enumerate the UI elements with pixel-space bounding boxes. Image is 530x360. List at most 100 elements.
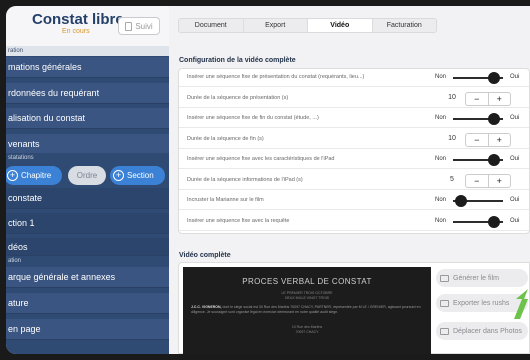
video-frame-year: DEUX MILLE VINGT TROIS	[284, 296, 330, 300]
toggle-knob[interactable]	[488, 72, 500, 84]
video-frame-date: LE PREMIER TROIS OCTOBRE	[281, 291, 333, 295]
export-rushs-label: Exporter les rushs	[453, 299, 510, 307]
toggle-knob[interactable]	[455, 195, 467, 207]
config-row: Insérer une séquence fixe de fin du cons…	[179, 110, 529, 128]
increment-button[interactable]: +	[489, 93, 511, 105]
add-chapitre-button[interactable]: + Chapitre	[6, 166, 62, 185]
config-row-label: Durée de la séquence informations de l'i…	[187, 176, 303, 183]
device-frame: Constat libre En cours Suivi ration mati…	[0, 0, 530, 360]
export-icon	[440, 299, 449, 307]
chapter-segment: + Chapitre Ordre + Section	[6, 166, 169, 185]
toggle-knob[interactable]	[488, 154, 500, 166]
oui-label: Oui	[510, 156, 520, 162]
config-panel: Insérer une séquence fixe de présentatio…	[178, 68, 530, 234]
toggle-knob[interactable]	[488, 215, 500, 228]
increment-button[interactable]: +	[489, 175, 511, 187]
move-photos-button[interactable]: Déplacer dans Photos	[436, 322, 528, 340]
video-preview[interactable]: PROCES VERBAL DE CONSTAT LE PREMIER TROI…	[183, 267, 431, 354]
quantity-stepper[interactable]: − +	[465, 173, 511, 188]
ordre-label: Ordre	[76, 171, 98, 180]
stepper-value: 10	[448, 134, 456, 142]
add-section-button[interactable]: + Section	[110, 166, 165, 185]
tab-video[interactable]: Vidéo	[308, 19, 373, 32]
tab-bar: Document Export Vidéo Facturation	[178, 18, 437, 33]
non-label: Non	[435, 197, 447, 203]
config-row-label: Durée de la séquence de fin (s)	[187, 135, 264, 142]
film-icon	[440, 274, 449, 282]
sidebar-header: Constat libre En cours Suivi	[6, 6, 169, 46]
oui-label: Oui	[510, 74, 520, 80]
sidebar-item-constate[interactable]: constate	[6, 188, 169, 209]
suivi-label: Suivi	[135, 21, 153, 31]
quantity-stepper[interactable]: − +	[465, 132, 511, 147]
toggle-knob[interactable]	[488, 113, 500, 125]
decrement-button[interactable]: −	[466, 133, 489, 146]
chapitre-label: Chapitre	[21, 171, 52, 180]
config-row-label: Insérer une séquence fixe de présentatio…	[187, 74, 365, 80]
sidebar-item-informations[interactable]: mations générales	[6, 57, 169, 78]
stepper-value: 10	[448, 93, 456, 101]
sidebar-item-remarque[interactable]: arque générale et annexes	[6, 267, 169, 288]
ordre-button[interactable]: Ordre	[68, 166, 106, 185]
section-caption: statations	[6, 153, 169, 163]
config-row: Durée de la séquence informations de l'i…	[179, 172, 529, 190]
decrement-button[interactable]: −	[466, 174, 489, 187]
config-row: Durée de la séquence de présentation (s)…	[179, 90, 529, 108]
config-row: Insérer une séquence fixe de présentatio…	[179, 69, 529, 87]
oui-label: Oui	[510, 217, 520, 224]
non-label: Non	[435, 74, 447, 80]
suivi-button[interactable]: Suivi	[118, 17, 160, 35]
video-frame-address: 10 Rue des Martins	[291, 325, 323, 329]
sidebar-item-realisation[interactable]: alisation du constat	[6, 108, 169, 129]
decrement-button[interactable]: −	[466, 92, 489, 105]
clipboard-icon	[125, 21, 133, 31]
section-caption: ation	[6, 256, 169, 266]
app-title: Constat libre	[32, 11, 124, 28]
non-label: Non	[435, 217, 447, 224]
config-row: Incruster la Marianne sur le film Non Oui	[179, 192, 529, 210]
config-row: Durée de la séquence de fin (s) 10 − +	[179, 131, 529, 149]
sidebar-item-section-1[interactable]: ction 1	[6, 213, 169, 234]
sidebar-item-mise-en-page[interactable]: en page	[6, 319, 169, 340]
add-icon: +	[7, 170, 18, 181]
config-row-label: Insérer une séquence fixe de fin du cons…	[187, 115, 319, 121]
add-icon: +	[113, 170, 124, 181]
oui-label: Oui	[510, 115, 520, 121]
config-row-label: Incruster la Marianne sur le film	[187, 197, 264, 203]
video-frame-city: 70097 CHACY	[295, 330, 319, 334]
app-screen: Constat libre En cours Suivi ration mati…	[6, 6, 530, 354]
generate-film-label: Générer le film	[453, 274, 499, 282]
oui-label: Oui	[510, 197, 520, 203]
config-title: Configuration de la vidéo complète	[179, 57, 296, 64]
stepper-value: 5	[450, 175, 454, 183]
non-label: Non	[435, 156, 447, 162]
quantity-stepper[interactable]: − +	[465, 91, 511, 106]
photos-icon	[440, 327, 449, 335]
section-label: Section	[127, 171, 154, 180]
video-frame-lead: J.C.C. VIGNERON,	[191, 305, 222, 309]
tab-export[interactable]: Export	[243, 19, 308, 32]
tab-facturation[interactable]: Facturation	[372, 19, 436, 32]
arrow-icon	[514, 289, 528, 319]
video-frame-text: dont le siège social est 30 Rue des Mart…	[191, 305, 421, 314]
config-row: Insérer une séquence fixe avec les carac…	[179, 151, 529, 169]
video-frame-paragraph: J.C.C. VIGNERON, dont le siège social es…	[191, 305, 423, 315]
sidebar-item-intervenants[interactable]: venants	[6, 134, 169, 155]
generate-film-button[interactable]: Générer le film	[436, 269, 528, 287]
tab-document[interactable]: Document	[179, 19, 244, 32]
non-label: Non	[435, 115, 447, 121]
config-row-label: Durée de la séquence de présentation (s)	[187, 94, 289, 101]
config-row: Insérer une séquence fixe avec la requêt…	[179, 213, 529, 231]
section-caption: ration	[6, 46, 169, 56]
increment-button[interactable]: +	[489, 134, 511, 146]
sidebar: Constat libre En cours Suivi ration mati…	[6, 6, 169, 354]
video-frame-title: PROCES VERBAL DE CONSTAT	[242, 277, 372, 286]
move-photos-label: Déplacer dans Photos	[453, 327, 522, 335]
config-row-label: Insérer une séquence fixe avec la requêt…	[187, 217, 290, 224]
sidebar-item-videos[interactable]: déos	[6, 238, 169, 256]
sidebar-item-coordonnees[interactable]: rdonnées du requérant	[6, 83, 169, 104]
video-title: Vidéo complète	[179, 252, 231, 259]
config-row-label: Insérer une séquence fixe avec les carac…	[187, 156, 335, 162]
sidebar-item-signature[interactable]: ature	[6, 293, 169, 314]
video-panel: PROCES VERBAL DE CONSTAT LE PREMIER TROI…	[178, 262, 530, 354]
